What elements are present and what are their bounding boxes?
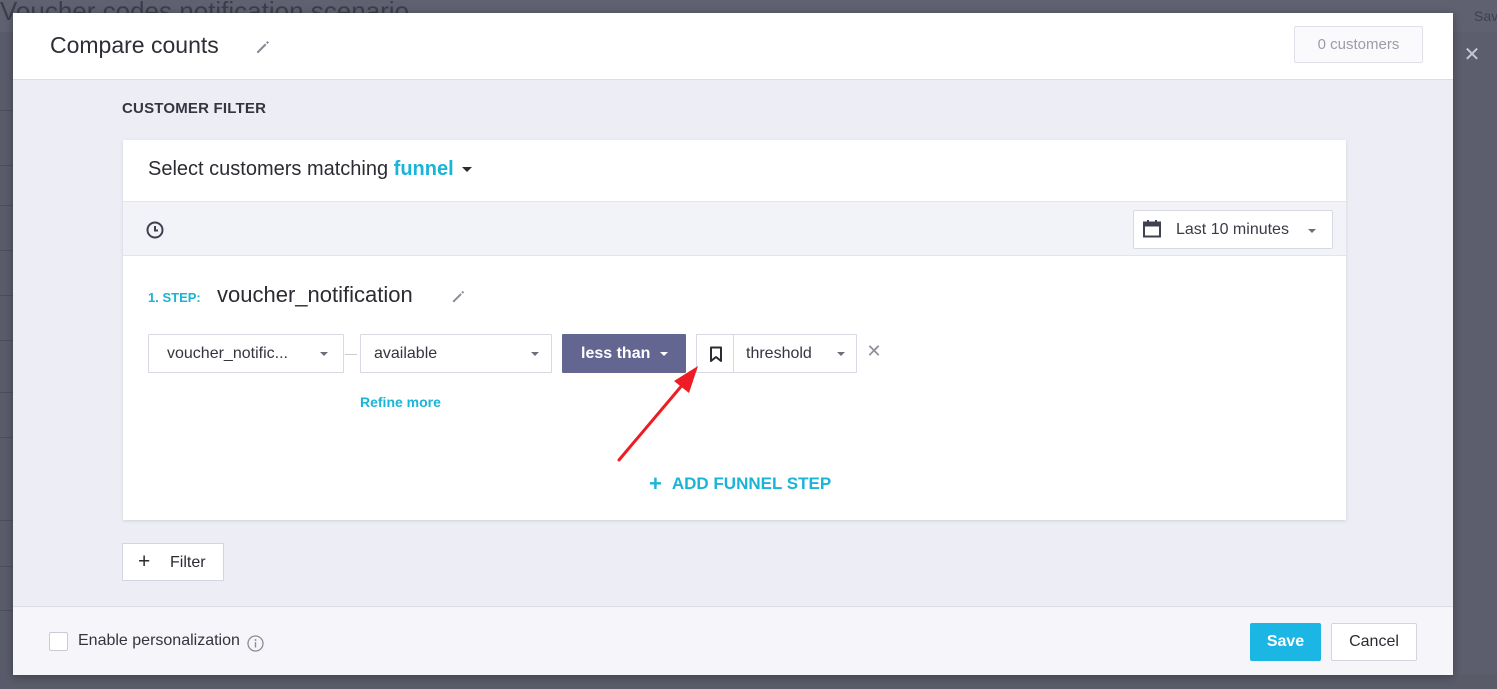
match-mode-dropdown[interactable]: funnel bbox=[394, 158, 472, 180]
date-range-picker[interactable]: Last 10 minutes bbox=[1133, 210, 1333, 249]
match-mode-label: funnel bbox=[393, 158, 454, 180]
background-bottom-strip bbox=[13, 675, 1497, 689]
plus-icon: + bbox=[649, 471, 662, 496]
event-select[interactable]: voucher_notific... bbox=[148, 334, 344, 373]
compare-counts-modal: Compare counts 0 customers CUSTOMER FILT… bbox=[13, 13, 1453, 675]
step-number-label: 1. STEP: bbox=[148, 290, 201, 305]
enable-personalization-checkbox[interactable] bbox=[49, 632, 68, 651]
add-filter-button[interactable]: + Filter bbox=[122, 543, 224, 581]
add-funnel-step-label: ADD FUNNEL STEP bbox=[671, 474, 832, 493]
select-separator bbox=[345, 354, 357, 355]
chevron-down-icon bbox=[531, 352, 539, 356]
background-save-text: Sav bbox=[1474, 8, 1497, 24]
step-name: voucher_notification bbox=[217, 282, 413, 307]
close-icon[interactable]: ✕ bbox=[866, 341, 882, 361]
section-label-customer-filter: CUSTOMER FILTER bbox=[122, 100, 267, 117]
value-select-value: threshold bbox=[746, 345, 812, 362]
property-select[interactable]: available bbox=[360, 334, 552, 373]
plus-icon: + bbox=[138, 550, 151, 573]
calendar-icon bbox=[1143, 220, 1161, 238]
modal-footer: Enable personalization Save Cancel bbox=[13, 606, 1453, 675]
save-button[interactable]: Save bbox=[1250, 623, 1321, 661]
cancel-button[interactable]: Cancel bbox=[1331, 623, 1417, 661]
chevron-down-icon bbox=[320, 352, 328, 356]
pencil-icon[interactable] bbox=[255, 39, 271, 55]
chevron-down-icon bbox=[660, 352, 668, 356]
chevron-down-icon bbox=[1308, 229, 1316, 233]
operator-select[interactable]: less than bbox=[562, 334, 686, 373]
property-select-value: available bbox=[374, 345, 438, 362]
clock-icon[interactable] bbox=[145, 220, 165, 240]
refine-more-link[interactable]: Refine more bbox=[360, 394, 441, 410]
enable-personalization-label: Enable personalization bbox=[78, 632, 240, 649]
add-filter-label: Filter bbox=[170, 554, 206, 571]
modal-header: Compare counts 0 customers bbox=[13, 13, 1453, 80]
customer-count-badge: 0 customers bbox=[1294, 26, 1423, 63]
background-left-panel bbox=[0, 32, 13, 689]
event-select-value: voucher_notific... bbox=[167, 345, 288, 362]
info-icon[interactable] bbox=[247, 635, 264, 652]
funnel-options-bar: Last 10 minutes bbox=[123, 202, 1346, 256]
funnel-card: Select customers matching funnel Last 10… bbox=[123, 140, 1346, 520]
pencil-icon[interactable] bbox=[451, 289, 466, 304]
modal-title: Compare counts bbox=[50, 32, 219, 58]
operator-select-value: less than bbox=[581, 345, 651, 362]
value-select[interactable]: threshold bbox=[733, 334, 857, 373]
bookmark-icon bbox=[710, 346, 722, 362]
card-heading: Select customers matching funnel bbox=[123, 140, 1346, 202]
heading-prefix: Select customers matching bbox=[148, 158, 389, 180]
card-heading-text: Select customers matching funnel bbox=[148, 158, 472, 181]
chevron-down-icon bbox=[837, 352, 845, 356]
date-range-label: Last 10 minutes bbox=[1176, 221, 1289, 238]
bookmark-button[interactable] bbox=[696, 334, 734, 373]
close-icon[interactable]: ✕ bbox=[1455, 38, 1489, 72]
add-funnel-step-button[interactable]: + ADD FUNNEL STEP bbox=[649, 471, 831, 497]
chevron-down-icon bbox=[461, 167, 472, 173]
